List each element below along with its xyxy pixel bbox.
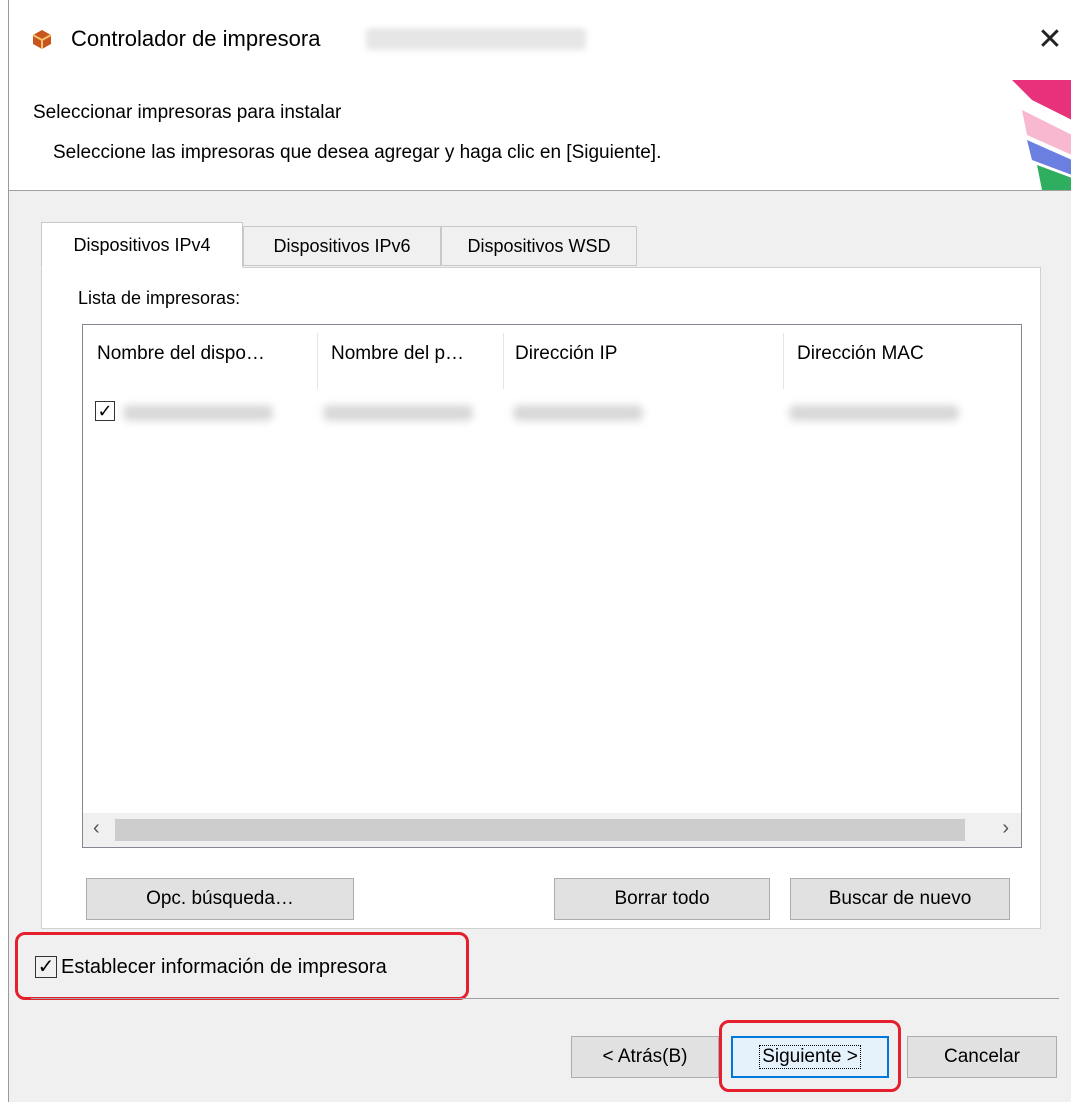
scroll-right-icon[interactable]: › (1002, 817, 1009, 840)
redacted-ip-address (513, 405, 643, 421)
cancel-button[interactable]: Cancelar (907, 1036, 1057, 1078)
column-separator[interactable] (503, 333, 504, 389)
redacted-device-name (123, 405, 273, 421)
tab-ipv4[interactable]: Dispositivos IPv4 (41, 222, 243, 268)
column-separator[interactable] (783, 333, 784, 389)
header-title: Seleccionar impresoras para instalar (33, 102, 342, 123)
tab-wsd[interactable]: Dispositivos WSD (441, 226, 637, 266)
printer-list[interactable]: Nombre del dispo… Nombre del p… Direcció… (82, 324, 1022, 848)
clear-all-button[interactable]: Borrar todo (554, 878, 770, 920)
close-icon[interactable]: ✕ (1029, 18, 1071, 60)
scroll-left-icon[interactable]: ‹ (93, 817, 100, 840)
column-product-name[interactable]: Nombre del p… (331, 343, 464, 365)
wizard-header: Seleccionar impresoras para instalar Sel… (9, 80, 1071, 191)
tab-ipv6[interactable]: Dispositivos IPv6 (243, 226, 441, 266)
scrollbar-thumb[interactable] (115, 819, 965, 841)
column-ip-address[interactable]: Dirección IP (515, 343, 617, 365)
printer-row-checkbox[interactable]: ✓ (95, 401, 115, 421)
title-bar: Controlador de impresora ✕ (9, 0, 1071, 80)
highlight-box (719, 1020, 901, 1092)
footer-divider (31, 998, 1059, 999)
highlight-box (15, 932, 469, 1000)
redacted-product-name (323, 405, 473, 421)
window-title: Controlador de impresora (71, 26, 321, 51)
horizontal-scrollbar[interactable]: ‹ › (83, 813, 1021, 847)
column-separator[interactable] (317, 333, 318, 389)
redacted-mac-address (789, 405, 959, 421)
installer-window: Controlador de impresora ✕ Seleccionar i… (8, 0, 1071, 1102)
search-again-button[interactable]: Buscar de nuevo (790, 878, 1010, 920)
back-button[interactable]: < Atrás(B) (571, 1036, 719, 1078)
column-mac-address[interactable]: Dirección MAC (797, 343, 924, 365)
printer-list-label: Lista de impresoras: (78, 288, 241, 308)
tab-panel: Lista de impresoras: Nombre del dispo… N… (41, 267, 1041, 929)
decorative-stripes-icon (1012, 80, 1071, 190)
search-options-button[interactable]: Opc. búsqueda… (86, 878, 354, 920)
redacted-model-name (366, 28, 586, 50)
column-device-name[interactable]: Nombre del dispo… (97, 343, 265, 365)
package-icon (32, 30, 52, 49)
header-subtitle: Seleccione las impresoras que desea agre… (53, 142, 662, 163)
